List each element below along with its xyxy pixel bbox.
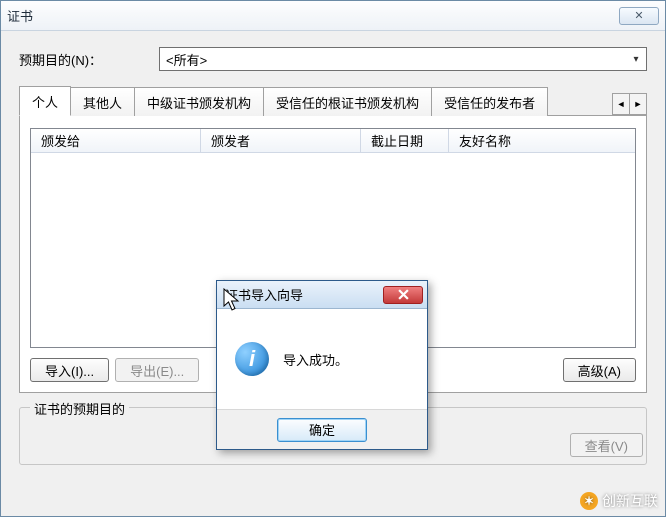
info-icon: i [235,342,269,376]
tab-trusted-root-ca[interactable]: 受信任的根证书颁发机构 [263,87,432,116]
window-close-button[interactable]: ✕ [619,7,659,25]
advanced-button[interactable]: 高级(A) [563,358,636,382]
msgbox-body: i 导入成功。 [217,309,427,409]
tab-intermediate-ca[interactable]: 中级证书颁发机构 [134,87,264,116]
msgbox-close-button[interactable] [383,286,423,304]
tabstrip: 个人 其他人 中级证书颁发机构 受信任的根证书颁发机构 受信任的发布者 ◄ ► [19,85,647,116]
export-button: 导出(E)... [115,358,199,382]
msgbox-titlebar[interactable]: 证书导入向导 [217,281,427,309]
msgbox-title: 证书导入向导 [225,285,303,304]
window-title: 证书 [7,6,33,25]
msgbox-text: 导入成功。 [283,350,348,369]
tab-scroll-right-button[interactable]: ► [629,93,647,115]
triangle-left-icon: ◄ [617,99,626,109]
triangle-right-icon: ► [634,99,643,109]
tab-scroll-left-button[interactable]: ◄ [612,93,630,115]
import-button[interactable]: 导入(I)... [30,358,109,382]
col-friendly-name[interactable]: 友好名称 [449,129,635,153]
col-issued-by[interactable]: 颁发者 [201,129,361,153]
msgbox-ok-button[interactable]: 确定 [277,418,367,442]
purpose-row: 预期目的(N)： <所有> ▾ [19,47,647,71]
titlebar[interactable]: 证书 ✕ [1,1,665,31]
purpose-label: 预期目的(N)： [19,50,159,69]
import-success-msgbox: 证书导入向导 i 导入成功。 确定 [216,280,428,450]
tab-scroll: ◄ ► [613,93,647,115]
tab-personal[interactable]: 个人 [19,86,71,116]
close-icon [398,289,409,300]
tab-trusted-publishers[interactable]: 受信任的发布者 [431,87,548,116]
msgbox-footer: 确定 [217,409,427,449]
close-icon: ✕ [634,9,643,22]
purpose-value: <所有> [166,50,207,69]
chevron-down-icon: ▾ [626,48,646,70]
listview-header: 颁发给 颁发者 截止日期 友好名称 [31,129,635,153]
purpose-select[interactable]: <所有> ▾ [159,47,647,71]
col-issued-to[interactable]: 颁发给 [31,129,201,153]
title-text: 证书 [7,6,33,25]
tab-others[interactable]: 其他人 [70,87,135,116]
col-expiry[interactable]: 截止日期 [361,129,449,153]
groupbox-title: 证书的预期目的 [30,399,129,418]
